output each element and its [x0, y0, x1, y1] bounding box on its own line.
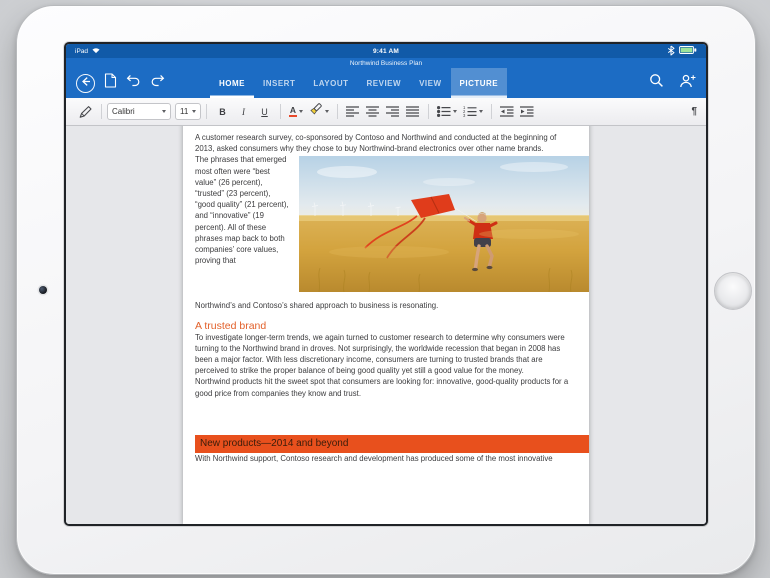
svg-text:3: 3: [463, 113, 466, 117]
status-time: 9:41 AM: [66, 48, 706, 55]
tab-home[interactable]: HOME: [210, 68, 254, 98]
pen-tool-button[interactable]: [75, 102, 96, 122]
align-justify-button[interactable]: [403, 102, 423, 122]
tab-review[interactable]: REVIEW: [358, 68, 411, 98]
ribbon-tabs: HOME INSERT LAYOUT REVIEW VIEW PICTURE: [210, 68, 507, 98]
tab-layout[interactable]: LAYOUT: [304, 68, 357, 98]
status-bar: iPad 9:41 AM: [66, 44, 706, 58]
italic-label: I: [236, 107, 251, 117]
chevron-down-icon: [479, 110, 483, 113]
paragraph-5: With Northwind support, Contoso research…: [195, 453, 577, 464]
font-name-value: Calibri: [112, 107, 135, 116]
tab-insert[interactable]: INSERT: [254, 68, 304, 98]
paragraph-3: To investigate longer-term trends, we ag…: [195, 332, 577, 377]
toolbar-separator: [337, 104, 338, 119]
decrease-indent-button[interactable]: [497, 102, 517, 122]
formatting-toolbar: Calibri 11 B I U A: [66, 98, 706, 126]
back-arrow-icon: [80, 74, 92, 92]
chevron-down-icon: [162, 110, 166, 113]
chevron-down-icon: [192, 110, 196, 113]
paragraph-2: The phrases that emerged most often were…: [195, 154, 577, 311]
chevron-down-icon: [325, 110, 329, 113]
screen: iPad 9:41 AM Northwind Busines: [66, 44, 706, 524]
document-canvas[interactable]: A customer research survey, co-sponsored…: [66, 126, 706, 524]
font-name-dropdown[interactable]: Calibri: [107, 103, 171, 120]
align-center-button[interactable]: [363, 102, 383, 122]
align-right-button[interactable]: [383, 102, 403, 122]
increase-indent-button[interactable]: [517, 102, 537, 122]
back-button[interactable]: [76, 74, 95, 93]
highlighter-icon: [309, 102, 323, 121]
ribbon-bar: HOME INSERT LAYOUT REVIEW VIEW PICTURE: [66, 68, 706, 98]
document-page[interactable]: A customer research survey, co-sponsored…: [183, 126, 589, 524]
redo-icon: [150, 74, 165, 92]
underline-button[interactable]: U: [254, 102, 275, 122]
document-title: Northwind Business Plan: [350, 60, 422, 67]
bold-label: B: [215, 107, 230, 117]
toolbar-separator: [101, 104, 102, 119]
ipad-device: iPad 9:41 AM Northwind Busines: [16, 5, 756, 575]
toolbar-separator: [280, 104, 281, 119]
search-button[interactable]: [649, 73, 664, 93]
font-size-dropdown[interactable]: 11: [175, 103, 201, 120]
paragraph-1: A customer research survey, co-sponsored…: [195, 132, 577, 154]
tab-view[interactable]: VIEW: [410, 68, 450, 98]
battery-icon: [679, 46, 697, 56]
highlight-button[interactable]: [306, 102, 332, 122]
align-left-button[interactable]: [343, 102, 363, 122]
add-person-button[interactable]: [679, 74, 696, 93]
document-title-bar: Northwind Business Plan: [66, 58, 706, 68]
paragraph-2-continued: Northwind’s and Contoso’s shared approac…: [195, 300, 577, 311]
font-size-value: 11: [180, 107, 188, 116]
font-color-icon: A: [289, 106, 297, 117]
tab-picture[interactable]: PICTURE: [451, 68, 508, 98]
file-button[interactable]: [104, 73, 117, 93]
bluetooth-icon: [667, 45, 675, 58]
heading-trusted-brand: A trusted brand: [195, 320, 577, 332]
bold-button[interactable]: B: [212, 102, 233, 122]
redo-button[interactable]: [150, 74, 165, 92]
paragraph-4: Northwind products hit the sweet spot th…: [195, 376, 577, 398]
paragraph-2-text: The phrases that emerged most often were…: [195, 155, 289, 265]
undo-button[interactable]: [126, 74, 141, 92]
chevron-down-icon: [453, 110, 457, 113]
status-right: [667, 45, 697, 58]
home-button[interactable]: [714, 272, 752, 310]
paragraph-marks-button[interactable]: ¶: [691, 106, 697, 117]
kite-field-photo[interactable]: [299, 156, 589, 292]
toolbar-separator: [491, 104, 492, 119]
toolbar-separator: [206, 104, 207, 119]
numbered-list-button[interactable]: 1 2 3: [460, 102, 486, 122]
italic-button[interactable]: I: [233, 102, 254, 122]
undo-icon: [126, 74, 141, 92]
underline-label: U: [257, 107, 272, 117]
chevron-down-icon: [299, 110, 303, 113]
bulleted-list-button[interactable]: [434, 102, 460, 122]
toolbar-separator: [428, 104, 429, 119]
desktop-background: iPad 9:41 AM Northwind Busines: [0, 0, 770, 578]
heading-banner-new-products: New products—2014 and beyond: [195, 435, 589, 453]
new-document-icon: [104, 73, 117, 93]
ribbon-right-actions: [649, 73, 696, 93]
font-color-button[interactable]: A: [286, 102, 306, 122]
front-camera: [39, 286, 47, 294]
